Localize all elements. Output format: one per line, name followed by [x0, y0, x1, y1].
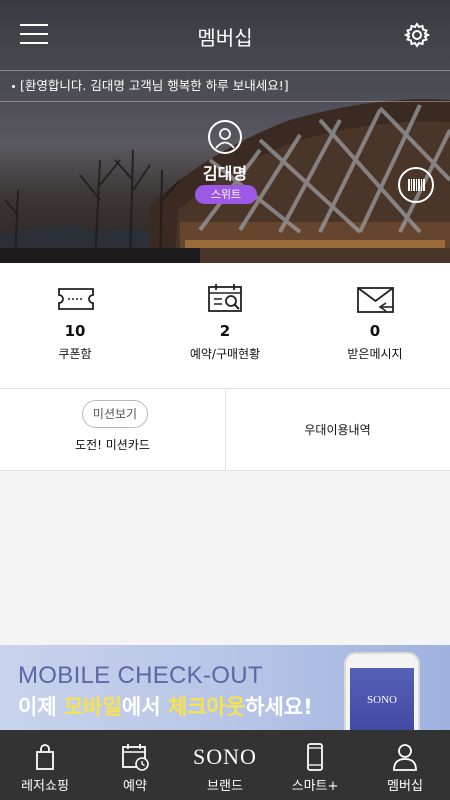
nav-label: 브랜드: [207, 779, 243, 794]
view-mission-button[interactable]: 미션보기: [82, 400, 148, 428]
stat-coupons[interactable]: 10 쿠폰함: [0, 263, 150, 389]
nav-label: 예약: [123, 779, 147, 794]
profile-hero: 멤버십 [환영합니다. 김대명 고객님 행복한 하루 보내세요!] 김대명 스위…: [0, 0, 450, 263]
reservation-label: 예약/구매현황: [189, 347, 261, 361]
phone-screen: SONO: [350, 668, 414, 730]
barcode-icon: [408, 179, 425, 191]
stat-reservations[interactable]: 2 예약/구매현황: [150, 263, 300, 389]
message-label: 받은메시지: [347, 347, 403, 361]
nav-label: 멤버십: [387, 779, 423, 794]
shopping-bag-icon: [36, 744, 54, 770]
nav-label: 스마트+: [291, 779, 339, 794]
membership-grade-badge: 스위트: [195, 185, 257, 204]
benefit-history-link[interactable]: 우대이용내역: [225, 421, 450, 438]
nav-brand[interactable]: SONO 브랜드: [180, 730, 270, 800]
banner-headline: MOBILE CHECK-OUT: [18, 662, 263, 689]
ticket-icon: [58, 288, 94, 310]
phone-illustration: SONO: [344, 652, 420, 730]
settings-button[interactable]: [403, 22, 431, 48]
reservation-search-icon: [208, 284, 242, 312]
stat-messages[interactable]: 0 받은메시지: [300, 263, 450, 389]
coupon-label: 쿠폰함: [58, 347, 92, 361]
mobile-checkout-banner[interactable]: MOBILE CHECK-OUT 이제 모바일에서 체크아웃하세요! SONO: [0, 645, 450, 730]
calendar-icon: [122, 744, 149, 771]
nav-smart-plus[interactable]: 스마트+: [270, 730, 360, 800]
avatar: [208, 120, 242, 154]
phone-logo: SONO: [367, 694, 397, 706]
coupon-count: 10: [64, 322, 86, 340]
mail-icon: [357, 287, 394, 313]
user-name: 김대명: [202, 164, 248, 183]
nav-reservation[interactable]: 예약: [90, 730, 180, 800]
mission-card-label: 도전! 미션카드: [75, 438, 150, 452]
banner-subline: 이제 모바일에서 체크아웃하세요!: [18, 695, 313, 719]
nav-leisure-shopping[interactable]: 레저쇼핑: [0, 730, 90, 800]
bullet-icon: [12, 85, 15, 88]
reservation-count: 2: [219, 322, 231, 340]
gear-icon: [403, 22, 431, 48]
smartphone-icon: [307, 743, 323, 771]
message-count: 0: [369, 322, 381, 340]
page-title: 멤버십: [197, 26, 253, 50]
notice-text: [환영합니다. 김대명 고객님 행복한 하루 보내세요!]: [20, 78, 289, 93]
barcode-button[interactable]: [398, 167, 434, 203]
membership-stats: 10 쿠폰함 2 예약/구매현황 0 받은메시지: [0, 263, 450, 389]
mission-row: 미션보기 도전! 미션카드 우대이용내역: [0, 389, 450, 471]
person-icon: [393, 744, 417, 771]
nav-label: 레저쇼핑: [21, 779, 69, 794]
bottom-navigation: 레저쇼핑 예약 SONO 브랜드 스마트+ 멤버십: [0, 730, 450, 800]
welcome-notice: [환영합니다. 김대명 고객님 행복한 하루 보내세요!]: [0, 70, 450, 102]
nav-membership[interactable]: 멤버십: [360, 730, 450, 800]
user-icon: [215, 128, 235, 149]
sono-logo: SONO: [193, 744, 257, 769]
